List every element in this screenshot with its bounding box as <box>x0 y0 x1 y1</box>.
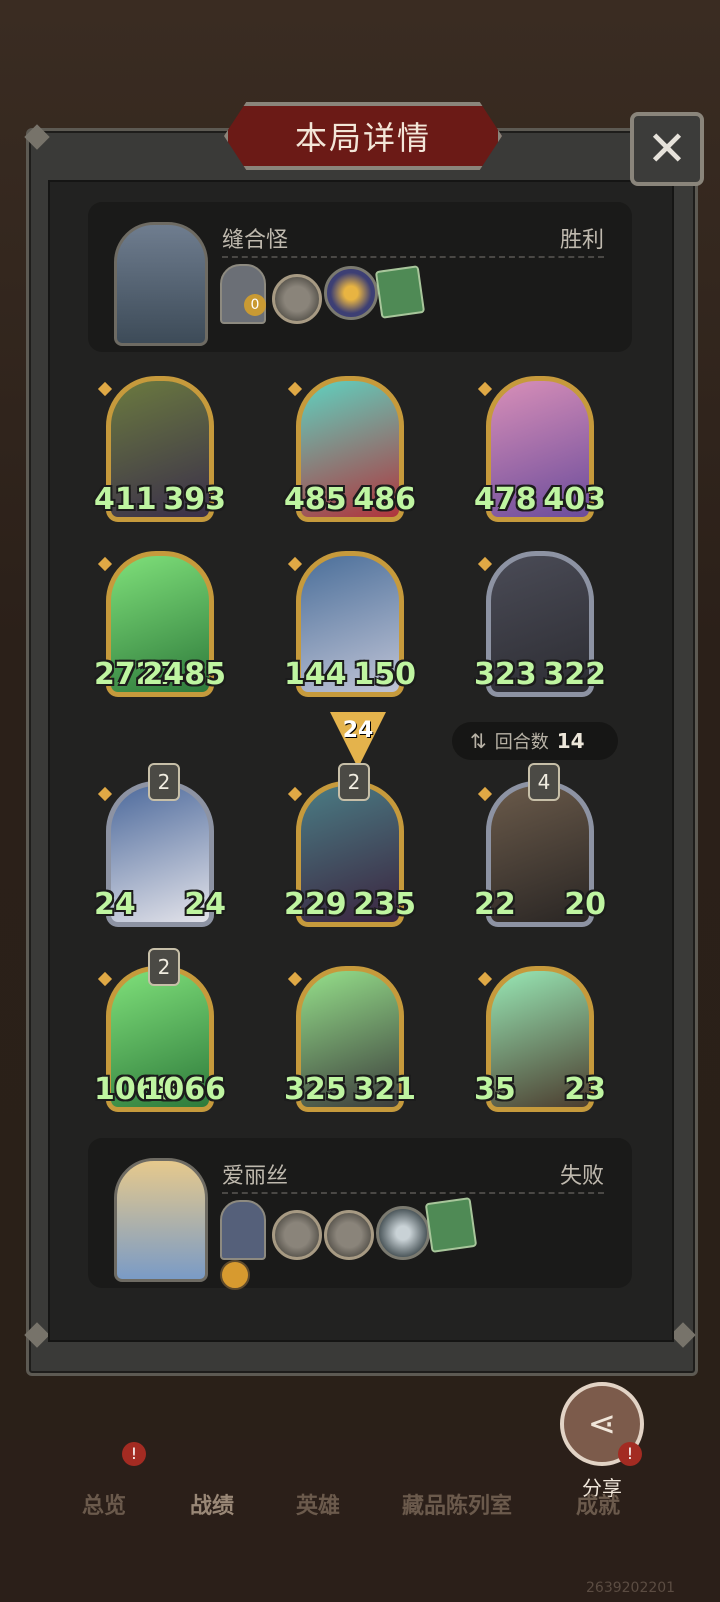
round-counter: ⇅ 回合数 14 <box>452 722 618 760</box>
bottom-player-panel: 爱丽丝 失败 <box>88 1138 632 1290</box>
health-value: 20 <box>564 887 606 922</box>
minion-card[interactable]: 411 393 <box>94 370 226 526</box>
attack-value: 323 <box>474 657 537 692</box>
close-button[interactable]: ✕ <box>630 112 704 186</box>
hero-portrait[interactable] <box>114 222 208 346</box>
health-value: 403 <box>543 482 606 517</box>
crystal-orb-icon[interactable] <box>376 1206 430 1260</box>
match-result: 失败 <box>559 1164 604 1189</box>
tier-badge: 2 <box>148 763 180 801</box>
attack-value: 144 <box>284 657 347 692</box>
health-value: 322 <box>543 657 606 692</box>
dark-orb-icon[interactable] <box>324 266 378 320</box>
rank-gem-icon <box>477 556 493 572</box>
pocket-watch-icon[interactable] <box>272 274 322 324</box>
health-value: 150 <box>353 657 416 692</box>
minion-card[interactable]: 478 403 <box>474 370 606 526</box>
health-value: 486 <box>353 482 416 517</box>
attack-value: 229 <box>284 887 347 922</box>
attack-value: 478 <box>474 482 537 517</box>
title-banner: 本局详情 <box>224 102 502 170</box>
divider <box>222 256 604 258</box>
health-value: 1066 <box>142 1072 227 1107</box>
close-icon: ✕ <box>646 121 688 177</box>
tab-overview[interactable]: 总览 <box>82 1488 126 1520</box>
minion-card[interactable]: 2 229 235 <box>284 763 416 931</box>
minion-card[interactable]: 144 150 <box>284 545 416 701</box>
rank-gem-icon <box>477 786 493 802</box>
rank-gem-icon <box>287 556 303 572</box>
tab-achievements[interactable]: 成就 <box>576 1488 620 1520</box>
attack-value: 325 <box>284 1072 347 1107</box>
rank-gem-icon <box>287 381 303 397</box>
rank-gem-icon <box>97 971 113 987</box>
health-value: 2485 <box>142 657 227 692</box>
rank-gem-icon <box>477 971 493 987</box>
share-icon: ⋖ <box>587 1404 617 1444</box>
health-value: 321 <box>353 1072 416 1107</box>
tier-badge: 2 <box>148 948 180 986</box>
health-value: 235 <box>353 887 416 922</box>
notification-badge: ! <box>618 1442 642 1466</box>
tab-heroes[interactable]: 英雄 <box>296 1488 340 1520</box>
player-name: 爱丽丝 <box>222 1164 289 1189</box>
minion-card[interactable]: 35 23 <box>474 960 606 1116</box>
health-value: 23 <box>564 1072 606 1107</box>
tab-records[interactable]: 战绩 <box>190 1488 234 1520</box>
health-value: 24 <box>184 887 226 922</box>
tier-badge: 2 <box>338 763 370 801</box>
notification-badge: ! <box>122 1442 146 1466</box>
attack-value: 35 <box>474 1072 516 1107</box>
minion-card[interactable]: 2 24 24 <box>94 763 226 931</box>
rank-gem-icon <box>97 556 113 572</box>
green-book-icon[interactable] <box>374 265 426 319</box>
round-value: 14 <box>556 729 585 753</box>
rank-gem-icon <box>287 971 303 987</box>
player-name: 缝合怪 <box>222 228 289 253</box>
pocket-watch-icon[interactable] <box>324 1210 374 1260</box>
minion-card[interactable]: 323 322 <box>474 545 606 701</box>
attack-value: 411 <box>94 482 157 517</box>
health-value: 393 <box>163 482 226 517</box>
green-book-icon[interactable] <box>424 1197 478 1253</box>
attack-value: 485 <box>284 482 347 517</box>
top-player-panel: 缝合怪 胜利 0 <box>88 202 632 352</box>
minion-card[interactable]: 325 321 <box>284 960 416 1116</box>
hero-portrait[interactable] <box>114 1158 208 1282</box>
page-title: 本局详情 <box>294 119 431 157</box>
attack-value: 24 <box>94 887 136 922</box>
swap-icon: ⇅ <box>470 729 487 753</box>
rank-gem-icon <box>477 381 493 397</box>
match-result: 胜利 <box>559 228 604 253</box>
tier-badge: 4 <box>528 763 560 801</box>
rank-gem-icon <box>97 786 113 802</box>
tab-collection[interactable]: 藏品陈列室 <box>402 1488 512 1520</box>
gold-coin-icon[interactable] <box>220 1260 250 1290</box>
round-label: 回合数 <box>494 732 549 753</box>
rank-gem-icon <box>97 381 113 397</box>
minion-card[interactable]: 485 486 <box>284 370 416 526</box>
rank-gem-icon <box>287 786 303 802</box>
user-id: 2639202201 <box>586 1580 676 1596</box>
pocket-watch-icon[interactable] <box>272 1210 322 1260</box>
attack-value: 22 <box>474 887 516 922</box>
minion-card[interactable]: 2727 2485 <box>94 545 226 701</box>
divider <box>222 1192 604 1194</box>
card-back-icon[interactable] <box>220 1200 266 1260</box>
item-counter: 0 <box>244 294 266 316</box>
minion-card[interactable]: 2 1068 1066 <box>94 948 226 1116</box>
minion-card[interactable]: 4 22 20 <box>474 763 606 931</box>
